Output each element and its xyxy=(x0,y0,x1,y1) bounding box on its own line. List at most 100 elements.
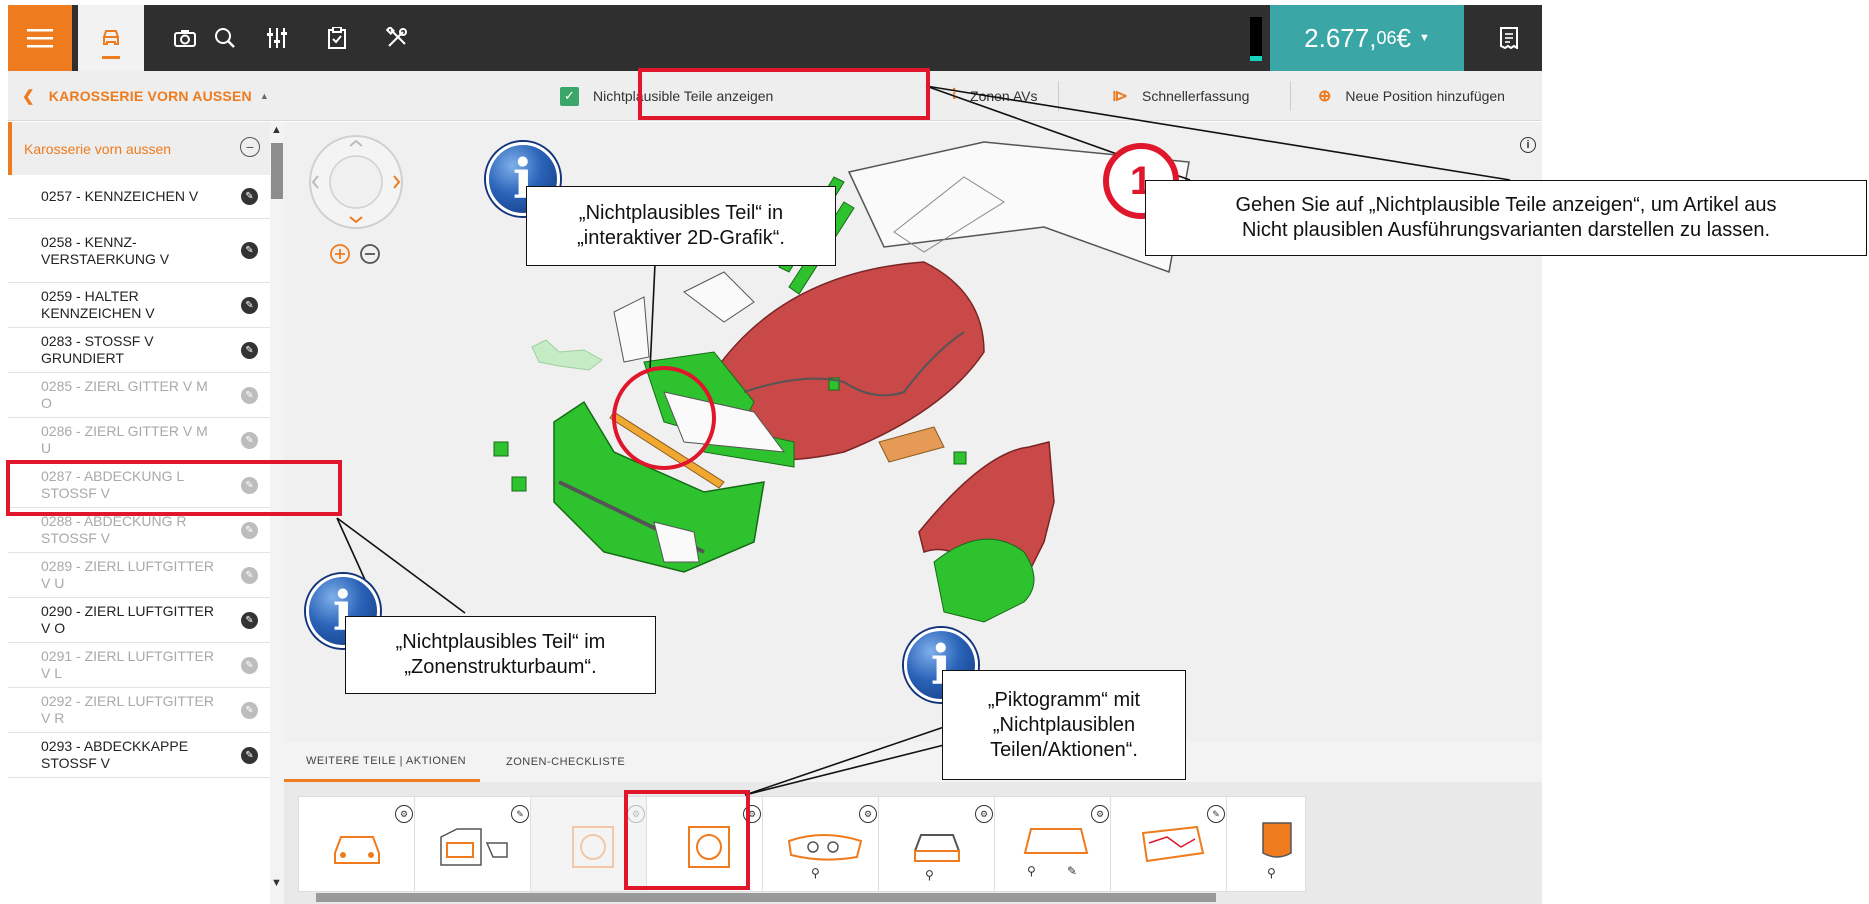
quick-entry-label: Schnellerfassung xyxy=(1142,88,1250,104)
scroll-down-icon[interactable]: ▼ xyxy=(271,877,282,889)
highlight-tree-item xyxy=(6,460,342,516)
tree-item-label: 0291 - ZIERL LUFTGITTER V L xyxy=(41,648,214,681)
action-icon[interactable]: ✎ xyxy=(241,701,258,719)
tree-item[interactable]: 0257 - KENNZEICHEN V ✎ xyxy=(8,175,270,219)
tree-header-label: Karosserie vorn aussen xyxy=(24,140,172,157)
body-panel-icon xyxy=(1141,825,1205,863)
action-icon[interactable]: ✎ xyxy=(241,746,258,764)
add-position-button[interactable]: ⊕ Neue Position hinzufügen xyxy=(1318,71,1505,121)
pictogram-tile[interactable]: ⚙ xyxy=(298,796,422,892)
pictogram-tile[interactable]: ⚙ ⚲ xyxy=(878,796,1002,892)
app-window: 2.677, 06 € ▼ ❮ KAROSSERIE VORN AUSSEN ▲ ✓… xyxy=(8,5,1542,904)
tree-item[interactable]: 0293 - ABDECKKAPPE STOSSF V ✎ xyxy=(8,733,270,778)
callout-step-1: Gehen Sie auf „Nichtplausible Teile anze… xyxy=(1145,180,1867,256)
svg-text:✎: ✎ xyxy=(1067,864,1077,878)
price-cents: 06 xyxy=(1376,27,1397,48)
tree-item[interactable]: 0283 - STOSSF V GRUNDIERT ✎ xyxy=(8,328,270,373)
quick-entry-button[interactable]: ⧐ Schnellerfassung xyxy=(1112,71,1249,121)
pictogram-tile[interactable]: ⚲ xyxy=(1226,796,1306,892)
vehicle-button[interactable] xyxy=(78,5,144,71)
tools-button[interactable] xyxy=(364,5,430,71)
action-icon[interactable]: ✎ xyxy=(241,521,258,539)
callout-text: „Zonenstrukturbaum“. xyxy=(404,656,597,678)
pictogram-scrollbar[interactable] xyxy=(296,892,1542,902)
action-icon[interactable]: ✎ xyxy=(241,611,258,629)
part-clip xyxy=(953,451,967,465)
highlight-pictogram xyxy=(624,790,750,890)
scroll-up-icon[interactable]: ▲ xyxy=(271,124,282,136)
tree-item[interactable]: 0290 - ZIERL LUFTGITTER V O ✎ xyxy=(8,598,270,643)
checkbox-checked-icon[interactable]: ✓ xyxy=(560,86,579,106)
tree-item[interactable]: 0289 - ZIERL LUFTGITTER V U ✎ xyxy=(8,553,270,598)
action-icon[interactable]: ✎ xyxy=(241,566,258,584)
receipt-button[interactable] xyxy=(1476,5,1542,71)
divider xyxy=(1058,81,1059,111)
menu-icon xyxy=(27,29,53,48)
tab-more-parts[interactable]: WEITERE TEILE | AKTIONEN xyxy=(284,742,480,782)
callout-pictogram: „Piktogramm“ mit „Nichtplausiblen Teilen… xyxy=(942,670,1186,780)
root: 2.677, 06 € ▼ ❮ KAROSSERIE VORN AUSSEN ▲ ✓… xyxy=(0,0,1869,904)
car-front-icon: ⚲ xyxy=(914,834,960,882)
svg-text:⚲: ⚲ xyxy=(1267,866,1276,880)
action-icon[interactable]: ✎ xyxy=(241,656,258,674)
caret-up-icon: ▲ xyxy=(259,91,269,101)
action-badge-icon: ⚙ xyxy=(975,805,993,823)
tree-scroll-thumb[interactable] xyxy=(271,143,283,199)
action-badge-icon: ⚙ xyxy=(395,805,413,823)
action-icon[interactable]: ✎ xyxy=(241,431,258,449)
tree-item[interactable]: 0259 - HALTER KENNZEICHEN V ✎ xyxy=(8,283,270,328)
action-icon[interactable]: ✎ xyxy=(241,296,258,314)
callout-2d-graphic: „Nichtplausibles Teil“ in „interaktiver … xyxy=(526,186,836,266)
tree-item-label: 0288 - ABDECKUNG R STOSSF V xyxy=(41,513,187,546)
tree-item-label: 0259 - HALTER KENNZEICHEN V xyxy=(41,288,155,321)
tree-item[interactable]: 0286 - ZIERL GITTER V M U ✎ xyxy=(8,418,270,463)
zones-button[interactable]: ⫶ Zonen AVs xyxy=(952,71,1037,121)
tree-item-label: 0290 - ZIERL LUFTGITTER V O xyxy=(41,603,214,636)
status-flag xyxy=(1250,17,1262,61)
tree-item[interactable]: 0292 - ZIERL LUFTGITTER V R ✎ xyxy=(8,688,270,733)
action-icon[interactable]: ✎ xyxy=(241,242,258,259)
tab-zone-checklist[interactable]: ZONEN-CHECKLISTE xyxy=(494,742,625,782)
callout-text: Nicht plausiblen Ausführungsvarianten da… xyxy=(1241,219,1771,241)
callout-tree: „Nichtplausibles Teil“ im „Zonenstruktur… xyxy=(345,616,656,694)
chevron-left-icon: ❮ xyxy=(22,88,35,105)
menu-button[interactable] xyxy=(8,5,72,71)
tree-item[interactable]: 0285 - ZIERL GITTER V M O ✎ xyxy=(8,373,270,418)
checklist-icon xyxy=(328,27,346,49)
filter-button[interactable] xyxy=(244,5,310,71)
search-icon xyxy=(215,28,235,48)
collapse-icon[interactable]: − xyxy=(240,137,260,157)
total-price-dropdown[interactable]: 2.677, 06 € ▼ xyxy=(1270,5,1464,71)
pictogram-tile[interactable]: ⚙ ⚲ xyxy=(762,796,886,892)
part-clip xyxy=(493,441,509,457)
tree-item[interactable]: 0258 - KENNZ-VERSTAERKUNG V ✎ xyxy=(8,219,270,283)
tree-item-label: 0285 - ZIERL GITTER V M O xyxy=(41,378,208,411)
callout-text: „Nichtplausibles Teil“ im xyxy=(395,631,606,653)
breadcrumb[interactable]: ❮ KAROSSERIE VORN AUSSEN ▲ xyxy=(22,71,269,121)
svg-text:⚲: ⚲ xyxy=(925,868,934,882)
grille-icon xyxy=(572,826,614,868)
tree-header[interactable]: Karosserie vorn aussen − xyxy=(8,122,270,175)
action-icon[interactable]: ✎ xyxy=(241,188,258,205)
pictogram-scroll-thumb[interactable] xyxy=(316,893,1216,902)
part-bracket xyxy=(683,271,755,323)
tree-item[interactable]: 0291 - ZIERL LUFTGITTER V L ✎ xyxy=(8,643,270,688)
caret-down-icon: ▼ xyxy=(1418,32,1430,44)
plus-circle-icon: ⊕ xyxy=(1318,88,1332,105)
action-icon[interactable]: ✎ xyxy=(241,341,258,359)
price-currency: € xyxy=(1396,22,1411,53)
divider xyxy=(1290,81,1291,111)
pictogram-tile[interactable]: ⚙ ⚲ ✎ xyxy=(994,796,1118,892)
checklist-button[interactable] xyxy=(304,5,370,71)
zones-label: Zonen AVs xyxy=(970,88,1038,104)
action-badge-icon: ⚙ xyxy=(859,805,877,823)
callout-text: „interaktiver 2D-Grafik“. xyxy=(577,227,785,249)
action-icon[interactable]: ✎ xyxy=(241,386,258,404)
tools-icon xyxy=(386,27,407,47)
svg-text:⚲: ⚲ xyxy=(811,866,820,880)
pictogram-tile[interactable]: ✎ xyxy=(414,796,538,892)
highlight-show-implausible xyxy=(638,68,930,120)
windscreen-icon: ⚲ ✎ xyxy=(1023,828,1089,878)
pictogram-tile[interactable]: ✎ xyxy=(1110,796,1234,892)
svg-text:⚲: ⚲ xyxy=(1027,864,1036,878)
